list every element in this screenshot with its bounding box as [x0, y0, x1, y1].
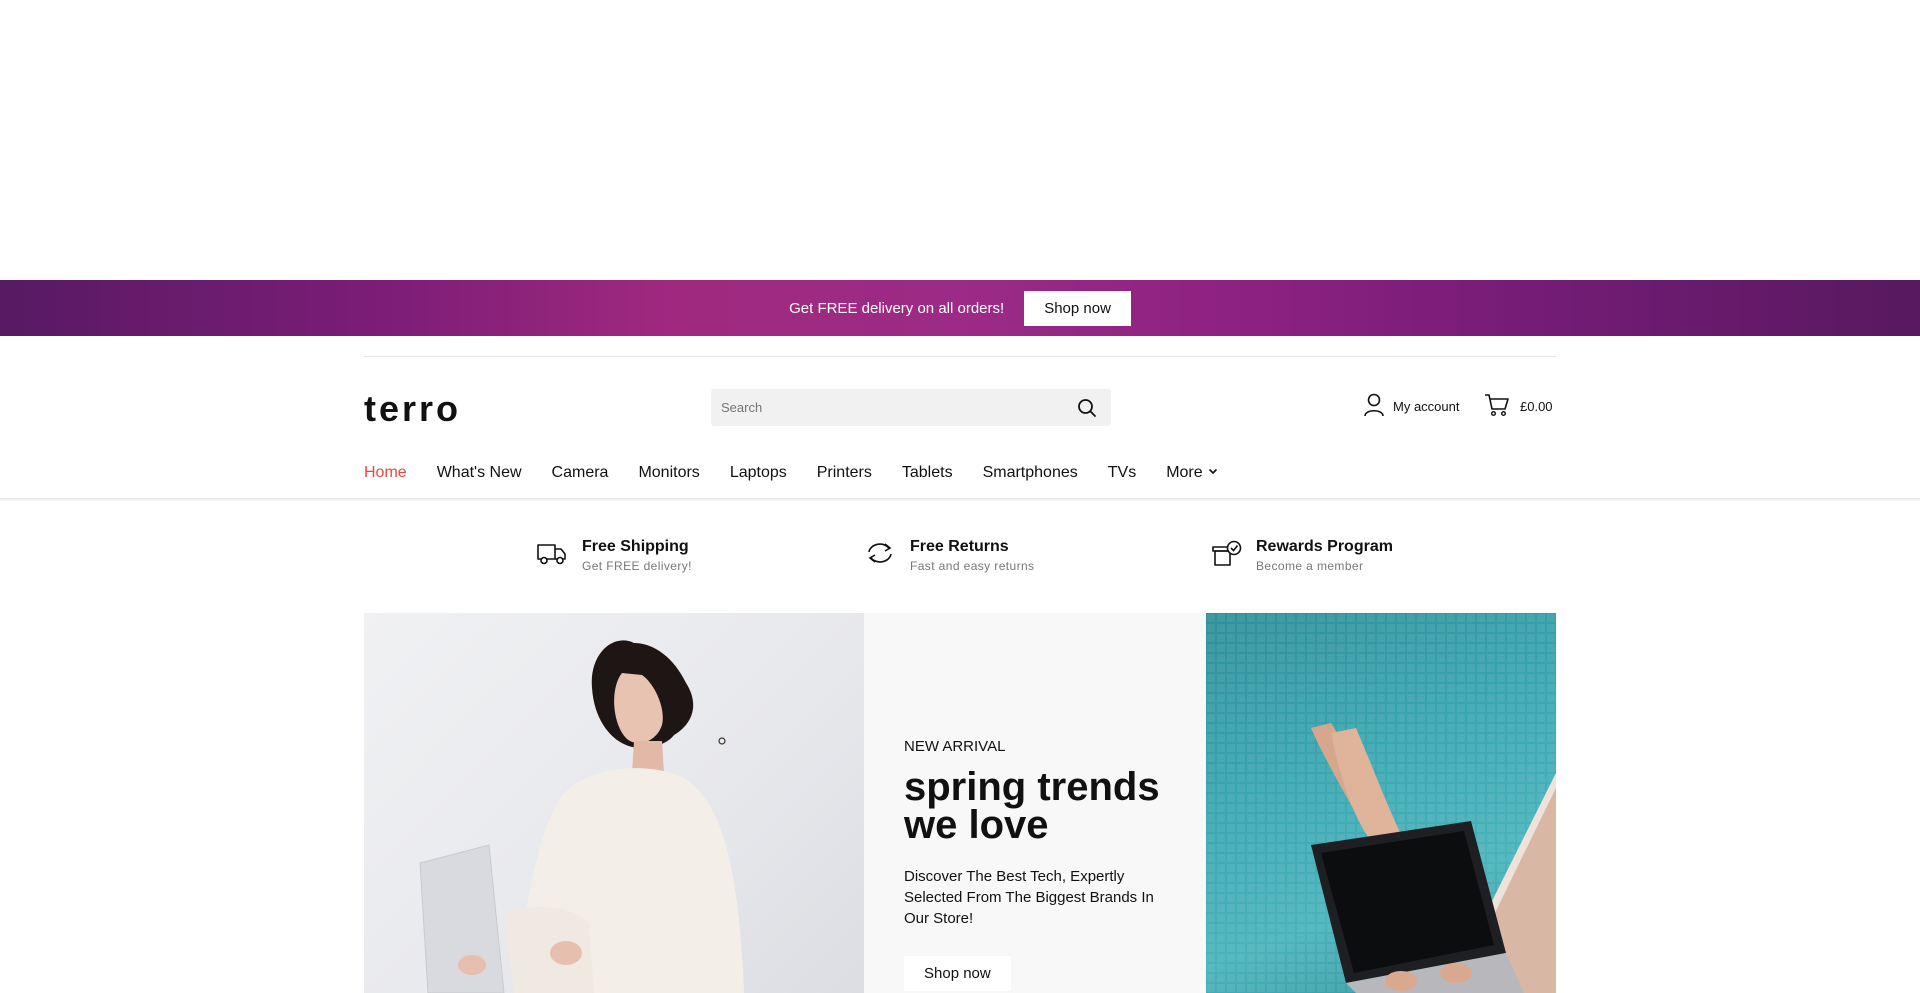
truck-icon [536, 539, 568, 572]
returns-icon [864, 539, 896, 572]
nav-item-camera[interactable]: Camera [552, 464, 609, 482]
my-account-label: My account [1393, 399, 1460, 414]
nav-more-label: More [1166, 464, 1203, 481]
hero-description: Discover The Best Tech, Expertly Selecte… [904, 868, 1154, 927]
chevron-down-icon [1207, 464, 1219, 482]
my-account-link[interactable]: My account [1363, 393, 1459, 420]
nav-item-tvs[interactable]: TVs [1108, 464, 1136, 482]
nav-item-more[interactable]: More [1166, 464, 1218, 482]
feature-rewards-program: Rewards Program Become a member [1212, 538, 1393, 573]
nav-item-laptops[interactable]: Laptops [730, 464, 787, 482]
feature-title: Free Shipping [582, 538, 689, 555]
feature-subtitle: Become a member [1256, 559, 1364, 573]
gift-box-icon [1212, 539, 1242, 572]
feature-title: Rewards Program [1256, 538, 1393, 555]
search-input[interactable] [711, 400, 1075, 415]
search-bar [711, 389, 1111, 426]
hero-image-woman-laptop[interactable] [364, 613, 864, 993]
feature-free-returns: Free Returns Fast and easy returns [864, 538, 1034, 573]
hero-headline-line-1: spring trends [904, 765, 1160, 809]
cart-total: £0.00 [1520, 399, 1553, 414]
logo[interactable]: terro [364, 388, 461, 430]
hero-photo-illustration [419, 640, 744, 993]
nav-item-monitors[interactable]: Monitors [638, 464, 699, 482]
nav-item-whats-new[interactable]: What's New [437, 464, 522, 482]
hero-headline: spring trends we love [904, 765, 1194, 847]
feature-subtitle: Fast and easy returns [910, 559, 1035, 573]
hero-eyebrow: NEW ARRIVAL [904, 738, 1006, 755]
user-icon [1363, 393, 1385, 420]
promo-banner: Get FREE delivery on all orders! Shop no… [0, 280, 1920, 336]
feature-free-shipping: Free Shipping Get FREE delivery! [536, 538, 692, 573]
hero-shop-now-button[interactable]: Shop now [904, 956, 1011, 991]
feature-title: Free Returns [910, 538, 1009, 555]
cart-link[interactable]: £0.00 [1484, 393, 1553, 420]
hero-text-panel: NEW ARRIVAL spring trends we love Discov… [864, 613, 1206, 993]
hero-headline-line-2: we love [904, 803, 1049, 847]
nav-divider [0, 498, 1920, 501]
hero-photo-illustration [1206, 613, 1556, 993]
hero-image-pool-laptop[interactable] [1206, 613, 1556, 993]
promo-shop-now-button[interactable]: Shop now [1024, 290, 1131, 326]
main-nav: Home What's New Camera Monitors Laptops … [364, 464, 1219, 482]
nav-item-smartphones[interactable]: Smartphones [983, 464, 1078, 482]
nav-item-home[interactable]: Home [364, 464, 407, 482]
header-divider [364, 356, 1556, 357]
search-icon[interactable] [1075, 396, 1099, 420]
promo-text: Get FREE delivery on all orders! [789, 299, 1005, 317]
feature-subtitle: Get FREE delivery! [582, 559, 692, 573]
nav-item-printers[interactable]: Printers [817, 464, 872, 482]
nav-item-tablets[interactable]: Tablets [902, 464, 953, 482]
cart-icon [1484, 393, 1510, 420]
